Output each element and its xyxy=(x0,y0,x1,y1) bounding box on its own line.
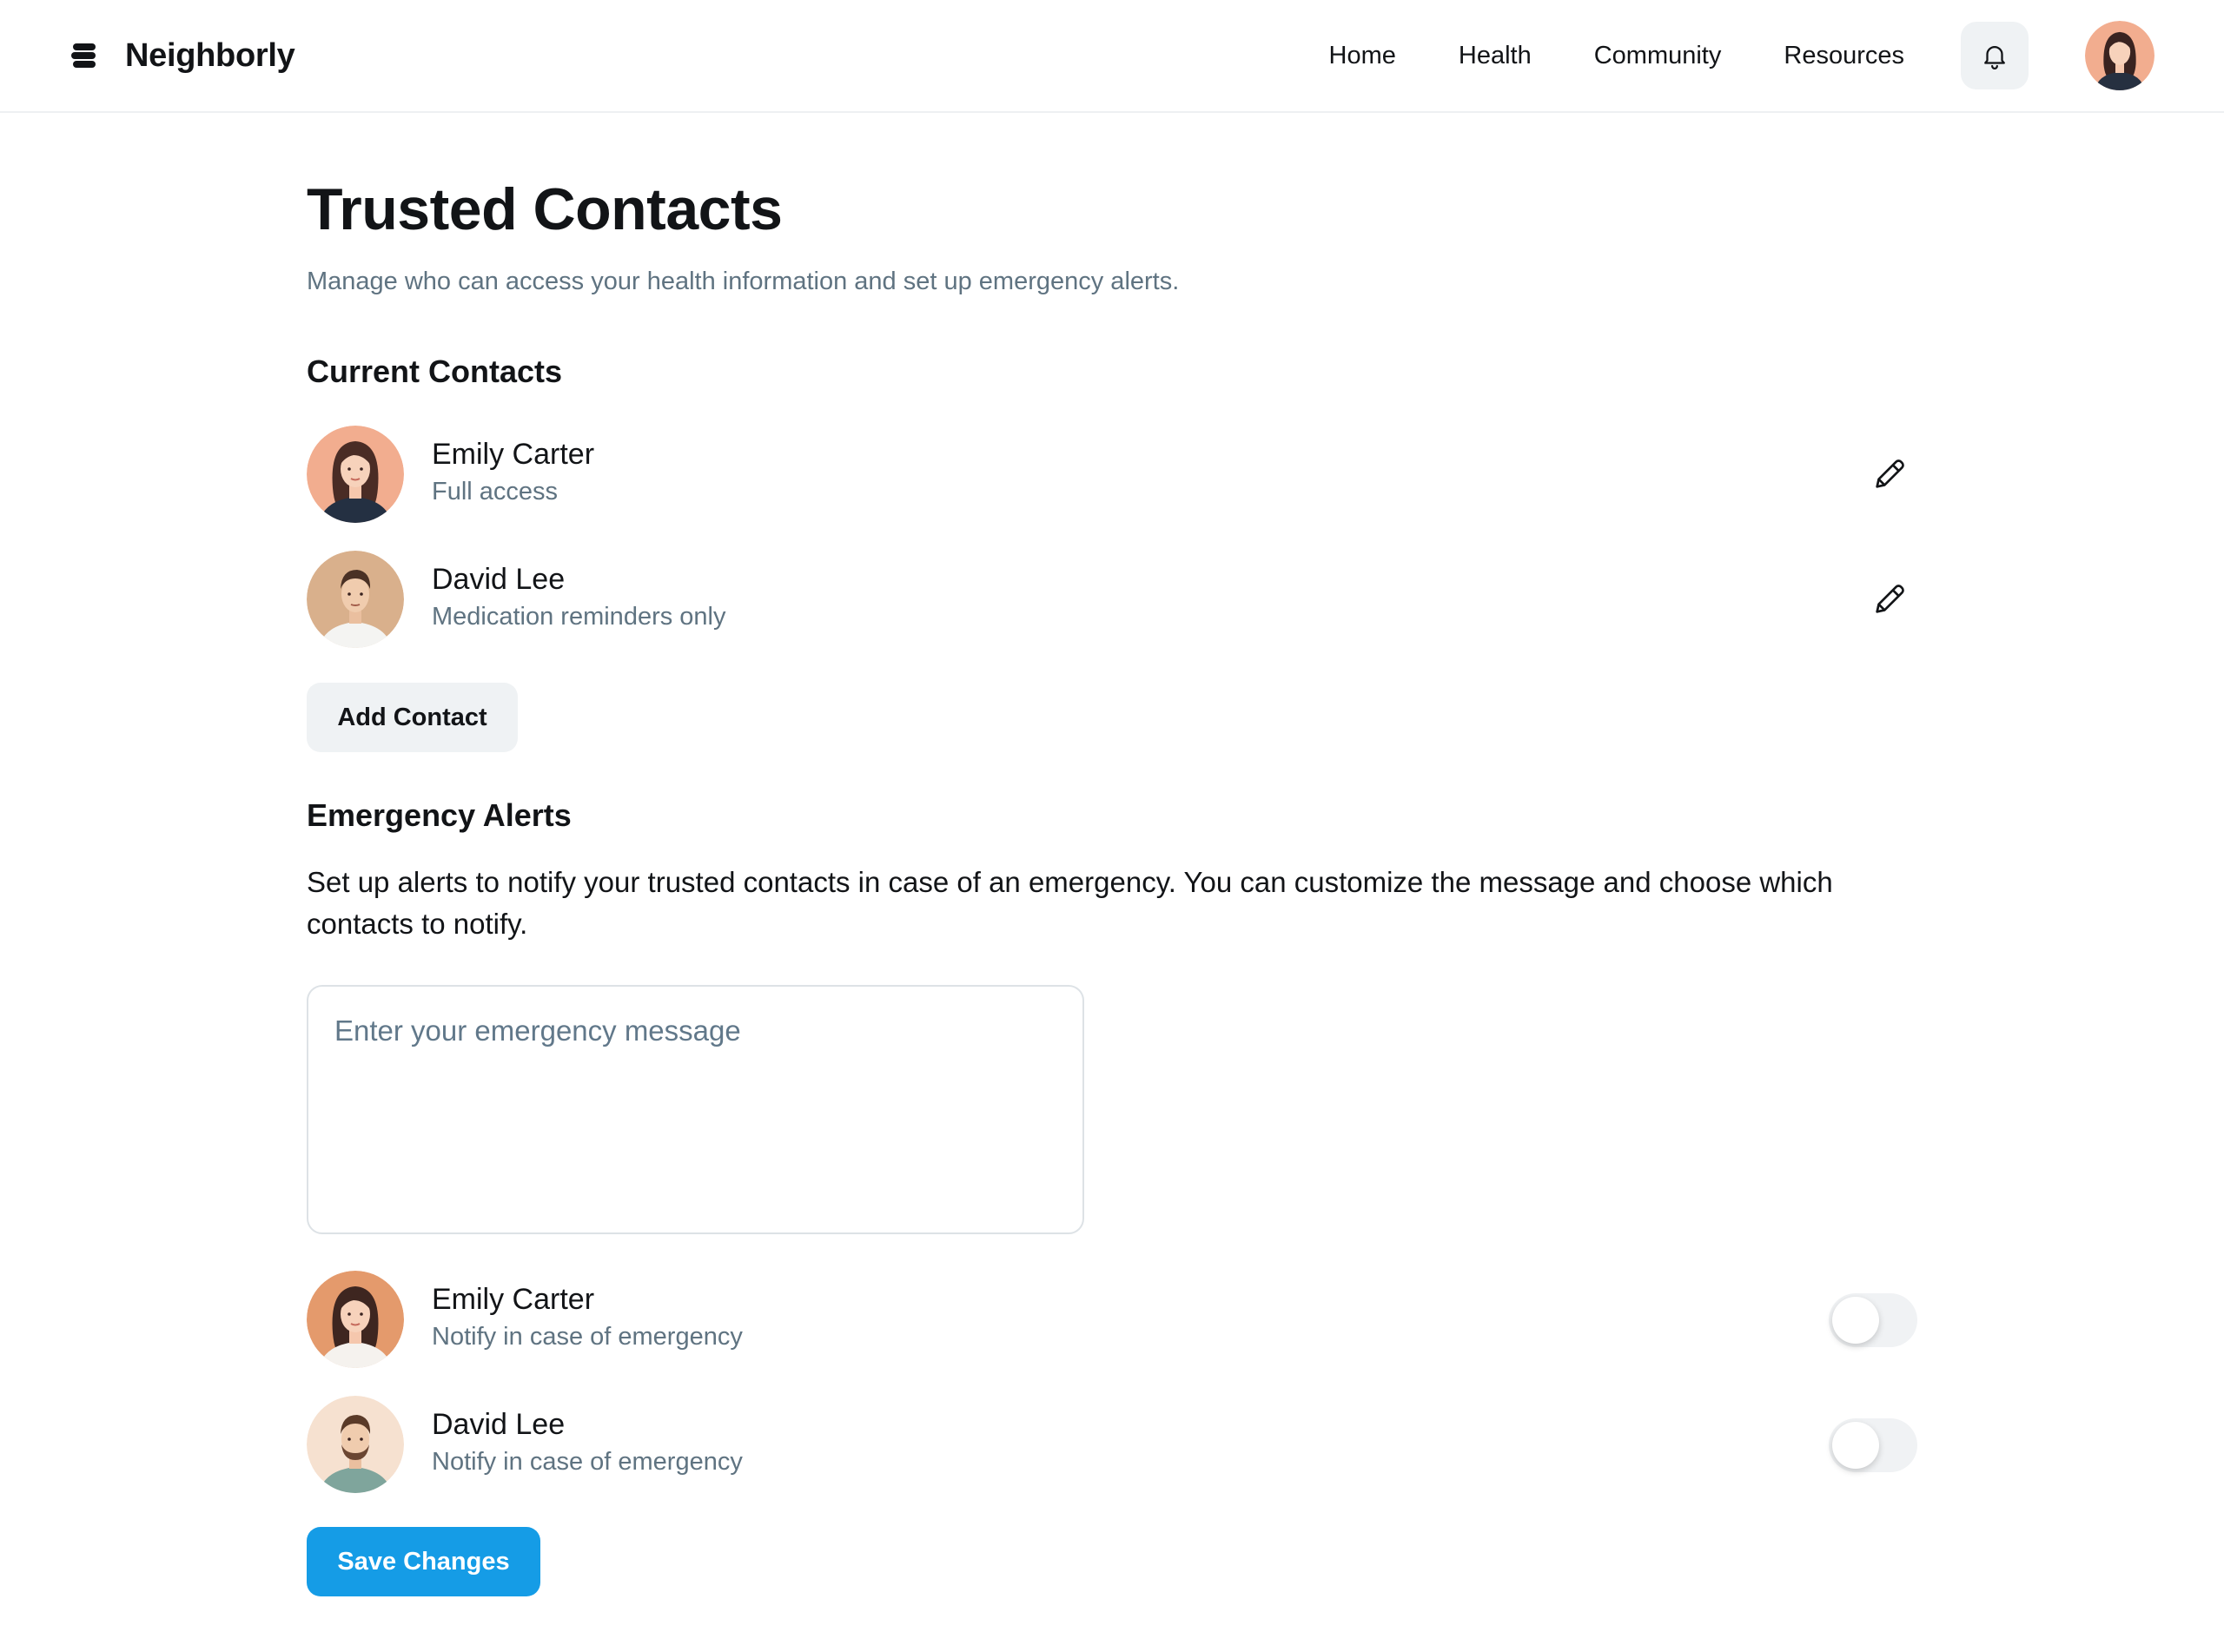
alert-contact-row: Emily Carter Notify in case of emergency xyxy=(307,1271,1918,1368)
edit-contact-button[interactable] xyxy=(1870,578,1910,618)
contact-name: David Lee xyxy=(432,1408,566,1441)
contact-name: Emily Carter xyxy=(432,438,595,471)
top-navbar: Neighborly Home Health Community Resourc… xyxy=(0,0,2224,113)
bell-icon xyxy=(1984,46,2005,69)
contact-name: David Lee xyxy=(432,563,566,596)
toggle-knob xyxy=(1832,1422,1879,1469)
edit-contact-button[interactable] xyxy=(1870,453,1910,493)
woman-avatar-icon xyxy=(307,1271,404,1368)
emergency-alerts-description: Set up alerts to notify your trusted con… xyxy=(307,866,1833,940)
avatar xyxy=(307,551,404,648)
nav-link-resources[interactable]: Resources xyxy=(1784,42,1904,70)
brand[interactable]: Neighborly xyxy=(70,37,295,75)
main-nav: Home Health Community Resources xyxy=(1329,21,2154,90)
man-avatar-icon xyxy=(307,1396,404,1493)
toggle-knob xyxy=(1832,1297,1879,1344)
woman-avatar-icon xyxy=(2085,21,2154,90)
alert-contact-row: David Lee Notify in case of emergency xyxy=(307,1396,1918,1493)
contact-access-level: Full access xyxy=(432,478,559,506)
add-contact-button[interactable]: Add Contact xyxy=(307,683,518,752)
emergency-message-input[interactable] xyxy=(307,985,1084,1234)
notify-toggle[interactable] xyxy=(1829,1418,1917,1472)
contact-access-level: Medication reminders only xyxy=(432,603,726,631)
contact-row: Emily Carter Full access xyxy=(307,426,1918,523)
notifications-button[interactable] xyxy=(1961,22,2029,89)
nav-link-community[interactable]: Community xyxy=(1594,42,1722,70)
nav-link-home[interactable]: Home xyxy=(1329,42,1396,70)
save-changes-button[interactable]: Save Changes xyxy=(307,1527,540,1596)
contact-row: David Lee Medication reminders only xyxy=(307,551,1918,648)
user-avatar[interactable] xyxy=(2085,21,2154,90)
page-title: Trusted Contacts xyxy=(307,176,783,242)
notify-label: Notify in case of emergency xyxy=(432,1448,743,1476)
notify-label: Notify in case of emergency xyxy=(432,1323,743,1351)
pencil-icon xyxy=(1876,585,1904,613)
emergency-alerts-title: Emergency Alerts xyxy=(307,797,572,833)
contact-name: Emily Carter xyxy=(432,1283,595,1316)
page-subtitle: Manage who can access your health inform… xyxy=(307,268,1180,295)
avatar xyxy=(307,426,404,523)
stacked-layers-logo-icon xyxy=(71,43,96,68)
nav-link-health[interactable]: Health xyxy=(1459,42,1532,70)
man-avatar-icon xyxy=(307,551,404,648)
app-name: Neighborly xyxy=(125,36,295,74)
pencil-icon xyxy=(1876,459,1904,488)
current-contacts-title: Current Contacts xyxy=(307,354,563,389)
avatar xyxy=(307,1271,404,1368)
woman-avatar-icon xyxy=(307,426,404,523)
notify-toggle[interactable] xyxy=(1829,1293,1917,1347)
avatar xyxy=(307,1396,404,1493)
